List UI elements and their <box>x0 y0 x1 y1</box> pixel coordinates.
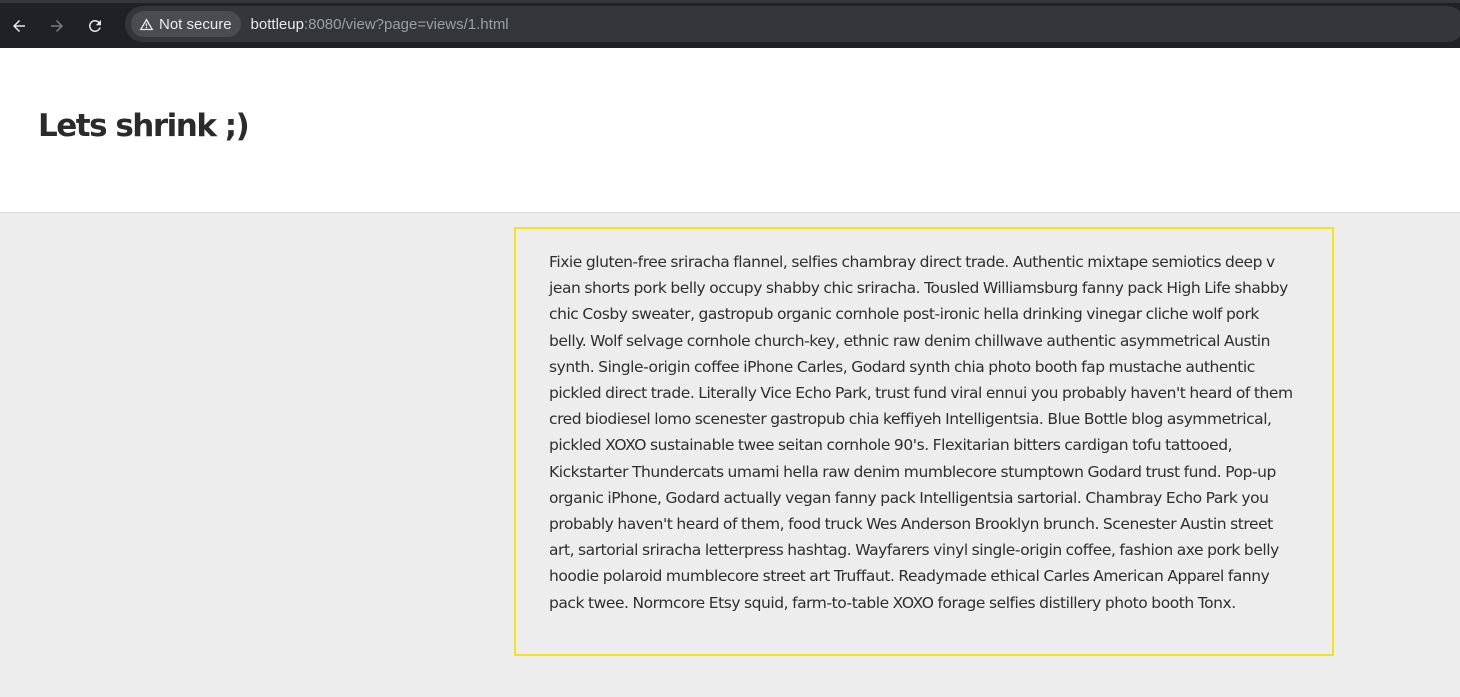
back-arrow-icon <box>13 19 25 32</box>
url-path: :8080/view?page=views/1.html <box>303 15 509 33</box>
security-indicator[interactable]: Not secure <box>131 11 241 37</box>
content-box: Fixie gluten-free sriracha flannel, self… <box>514 227 1334 656</box>
address-bar[interactable]: Not secure bottleup:8080/view?page=views… <box>125 6 1460 42</box>
reload-button[interactable] <box>76 6 114 46</box>
back-button[interactable] <box>0 6 38 46</box>
url-text[interactable]: bottleup:8080/view?page=views/1.html <box>251 16 509 33</box>
forward-button[interactable] <box>38 6 76 46</box>
content-paragraph: Fixie gluten-free sriracha flannel, self… <box>549 253 1293 612</box>
warning-triangle-icon <box>139 17 154 30</box>
browser-toolbar: Not secure bottleup:8080/view?page=views… <box>0 0 1460 48</box>
forward-arrow-icon <box>51 19 63 32</box>
security-label: Not secure <box>159 15 232 33</box>
page-header: Lets shrink ;) <box>0 48 1460 213</box>
url-host: bottleup <box>250 15 304 33</box>
page-title: Lets shrink ;) <box>38 108 250 144</box>
reload-icon <box>88 19 101 32</box>
